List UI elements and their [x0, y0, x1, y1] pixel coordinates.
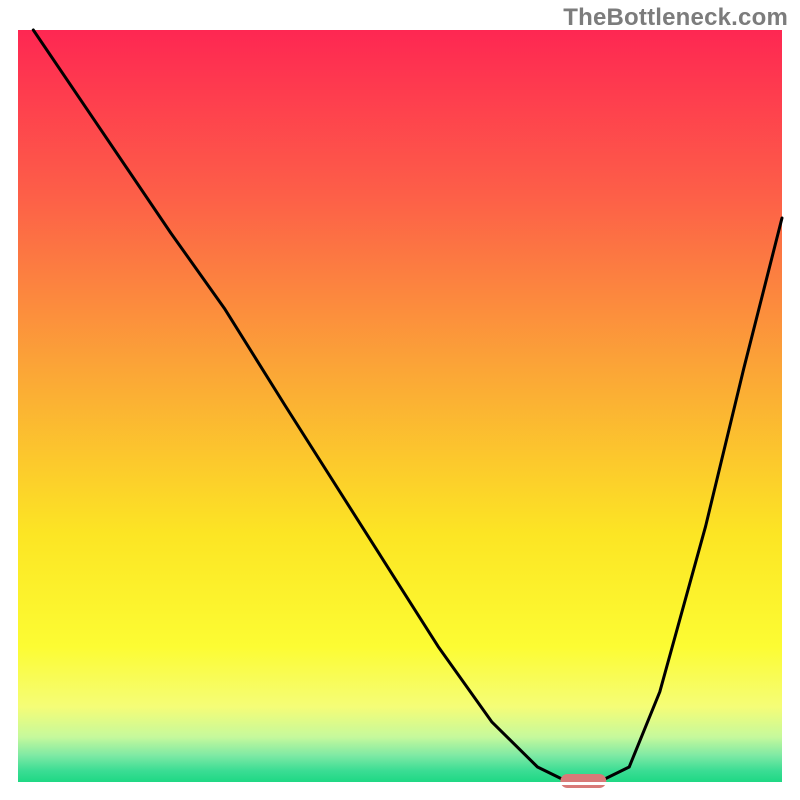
chart-wrapper: TheBottleneck.com — [0, 0, 800, 800]
watermark-text: TheBottleneck.com — [563, 4, 788, 32]
bottleneck-chart — [0, 0, 800, 800]
